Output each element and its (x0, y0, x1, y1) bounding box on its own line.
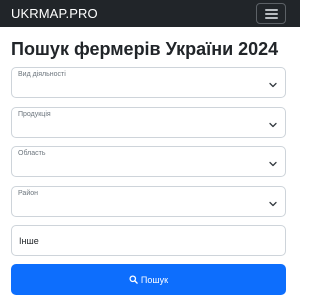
brand-logo[interactable]: UKRMAP.PRO (11, 6, 98, 21)
district-select-label: Район (18, 190, 38, 197)
activity-select[interactable]: Вид діяльності (11, 67, 286, 98)
hamburger-icon (265, 9, 278, 11)
chevron-down-icon (269, 122, 277, 128)
search-button[interactable]: Пошук (11, 264, 286, 295)
chevron-down-icon (269, 161, 277, 167)
district-select[interactable]: Район (11, 186, 286, 217)
chevron-down-icon (269, 82, 277, 88)
products-select[interactable]: Продукція (11, 107, 286, 138)
navbar: UKRMAP.PRO (0, 0, 300, 27)
activity-select-label: Вид діяльності (18, 71, 66, 78)
menu-toggle-button[interactable] (256, 3, 286, 24)
other-input-value: Інше (19, 236, 39, 246)
region-select-label: Область (18, 150, 46, 157)
search-icon (129, 275, 138, 284)
search-button-label: Пошук (140, 274, 169, 285)
chevron-down-icon (269, 201, 277, 207)
region-select[interactable]: Область (11, 146, 286, 177)
products-select-label: Продукція (18, 111, 51, 118)
other-input[interactable]: Інше (11, 225, 286, 256)
page-title: Пошук фермерів України 2024 (11, 39, 279, 59)
